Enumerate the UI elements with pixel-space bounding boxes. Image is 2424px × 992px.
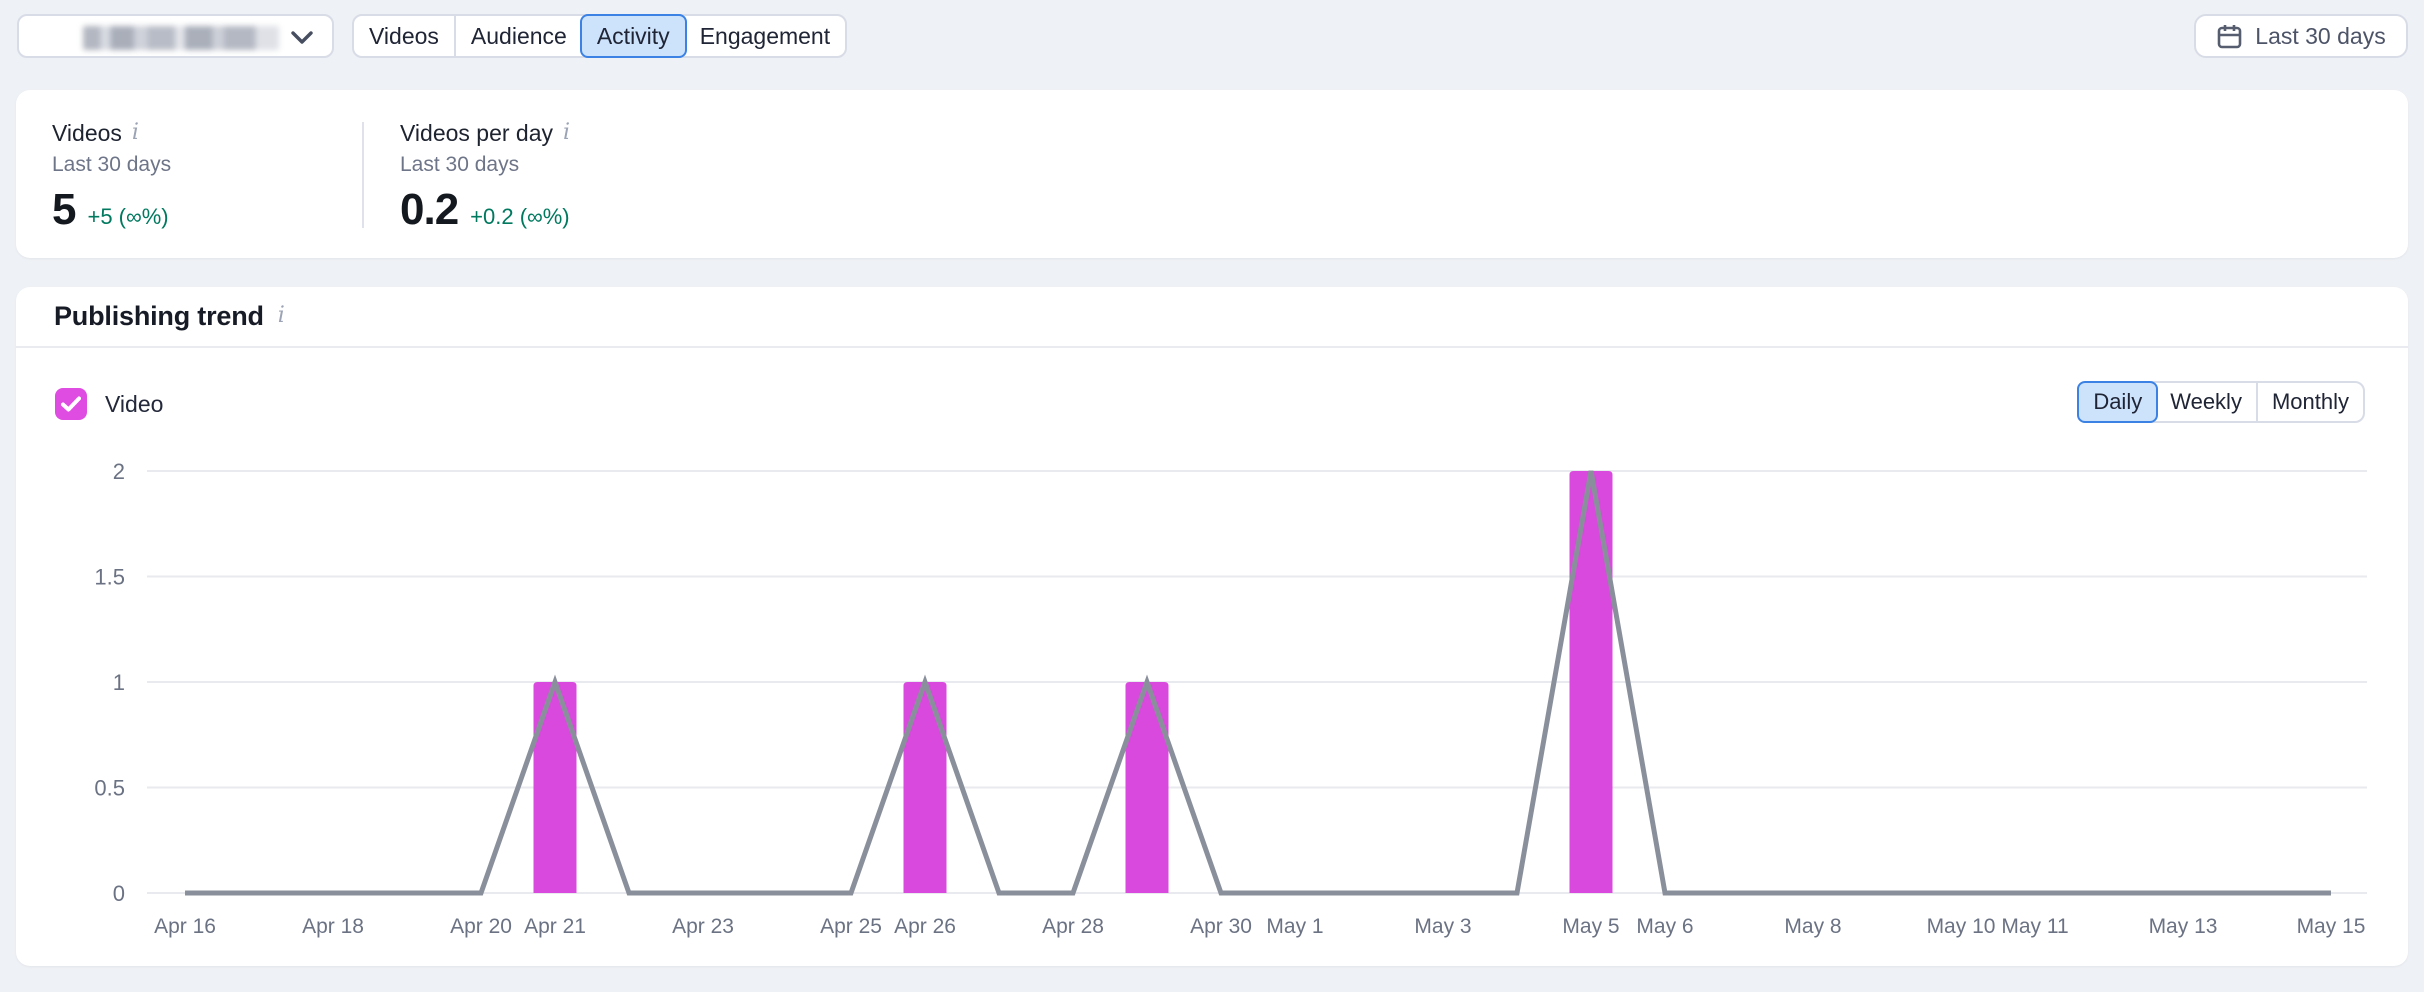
info-icon[interactable]: i bbox=[278, 305, 285, 327]
x-tick-label-apr-28: Apr 28 bbox=[1042, 915, 1104, 938]
info-icon[interactable]: i bbox=[563, 122, 570, 144]
social-analytics-activity-page: { "topbar": { "profile_selector": { "not… bbox=[0, 0, 2424, 992]
x-tick-label-may-10: May 10 bbox=[1927, 915, 1996, 938]
stat-delta: +5 (∞%) bbox=[87, 204, 168, 230]
x-tick-label-may-13: May 13 bbox=[2149, 915, 2218, 938]
y-tick-label: 2 bbox=[113, 459, 125, 484]
bar-apr-29[interactable] bbox=[1126, 682, 1169, 893]
date-range-button[interactable]: Last 30 days bbox=[2194, 14, 2408, 58]
y-tick-label: 1.5 bbox=[94, 565, 125, 590]
tab-audience[interactable]: Audience bbox=[454, 16, 582, 56]
tab-videos[interactable]: Videos bbox=[354, 16, 454, 56]
channel-selector-dropdown[interactable] bbox=[17, 14, 334, 58]
x-tick-label-apr-18: Apr 18 bbox=[302, 915, 364, 938]
info-icon[interactable]: i bbox=[132, 122, 139, 144]
chevron-down-icon bbox=[290, 31, 314, 45]
bar-apr-21[interactable] bbox=[534, 682, 577, 893]
granularity-monthly[interactable]: Monthly bbox=[2256, 383, 2363, 421]
stat-value: 0.2 bbox=[400, 185, 458, 235]
x-tick-label-apr-23: Apr 23 bbox=[672, 915, 734, 938]
chart-header: Publishing trend i bbox=[16, 287, 2408, 348]
stats-divider bbox=[362, 122, 364, 228]
stat-videos: Videosi Last 30 days 5 +5 (∞%) bbox=[52, 90, 171, 258]
x-tick-label-apr-26: Apr 26 bbox=[894, 915, 956, 938]
stat-delta: +0.2 (∞%) bbox=[470, 204, 569, 230]
section-tabs: VideosAudienceActivityEngagement bbox=[352, 14, 847, 58]
y-tick-label: 1 bbox=[113, 670, 125, 695]
publishing-trend-card: 0 0.5 1 1.5 2 Apr 16 Apr 18 Apr 20 Apr 21 Apr 23 A… bbox=[16, 287, 2408, 966]
x-tick-label-may-1: May 1 bbox=[1266, 915, 1323, 938]
stat-value: 5 bbox=[52, 185, 75, 235]
x-tick-label-apr-30: Apr 30 bbox=[1190, 915, 1252, 938]
x-tick-label-may-8: May 8 bbox=[1784, 915, 1841, 938]
x-tick-label-may-11: May 11 bbox=[2001, 915, 2068, 938]
granularity-weekly[interactable]: Weekly bbox=[2156, 383, 2256, 421]
publishing-trend-chart: 0 0.5 1 1.5 2 Apr 16 Apr 18 Apr 20 Apr 21 Apr 23 A… bbox=[16, 287, 2408, 966]
x-tick-label-apr-21: Apr 21 bbox=[524, 915, 586, 938]
tab-activity[interactable]: Activity bbox=[580, 14, 687, 58]
stat-period: Last 30 days bbox=[400, 153, 570, 177]
x-tick-label-may-5: May 5 bbox=[1562, 915, 1619, 938]
granularity-daily[interactable]: Daily bbox=[2077, 381, 2158, 423]
y-tick-label: 0.5 bbox=[94, 776, 125, 801]
x-tick-label-apr-20: Apr 20 bbox=[450, 915, 512, 938]
x-tick-label-may-15: May 15 bbox=[2297, 915, 2366, 938]
stat-title: Videos bbox=[52, 120, 122, 147]
x-tick-label-apr-16: Apr 16 bbox=[154, 915, 216, 938]
video-series-checkbox[interactable] bbox=[55, 388, 87, 420]
stats-summary-card: VideosiLast 30 days5+5 (∞%)Videos per da… bbox=[16, 90, 2408, 258]
stat-videos-per-day: Videos per day i Last 30 days 0.2 +0.2 (∞%) bbox=[400, 90, 570, 258]
legend-label: Video bbox=[105, 391, 163, 418]
date-range-label: Last 30 days bbox=[2255, 23, 2385, 50]
calendar-icon bbox=[2216, 23, 2243, 50]
x-tick-label-may-3: May 3 bbox=[1414, 915, 1471, 938]
legend-row: Video bbox=[55, 388, 163, 420]
chart-title: Publishing trend bbox=[54, 301, 264, 332]
bar-apr-26[interactable] bbox=[904, 682, 947, 893]
y-tick-label: 0 bbox=[113, 881, 125, 906]
tab-engagement[interactable]: Engagement bbox=[685, 16, 845, 56]
x-tick-label-apr-25: Apr 25 bbox=[820, 915, 882, 938]
check-icon bbox=[61, 396, 81, 412]
bar-may-5[interactable] bbox=[1570, 471, 1613, 893]
granularity-toggle: DailyWeeklyMonthly bbox=[2077, 381, 2365, 423]
channel-name-redacted bbox=[83, 26, 279, 50]
stat-title: Videos per day bbox=[400, 120, 553, 147]
stat-period: Last 30 days bbox=[52, 153, 171, 177]
x-tick-label-may-6: May 6 bbox=[1636, 915, 1693, 938]
